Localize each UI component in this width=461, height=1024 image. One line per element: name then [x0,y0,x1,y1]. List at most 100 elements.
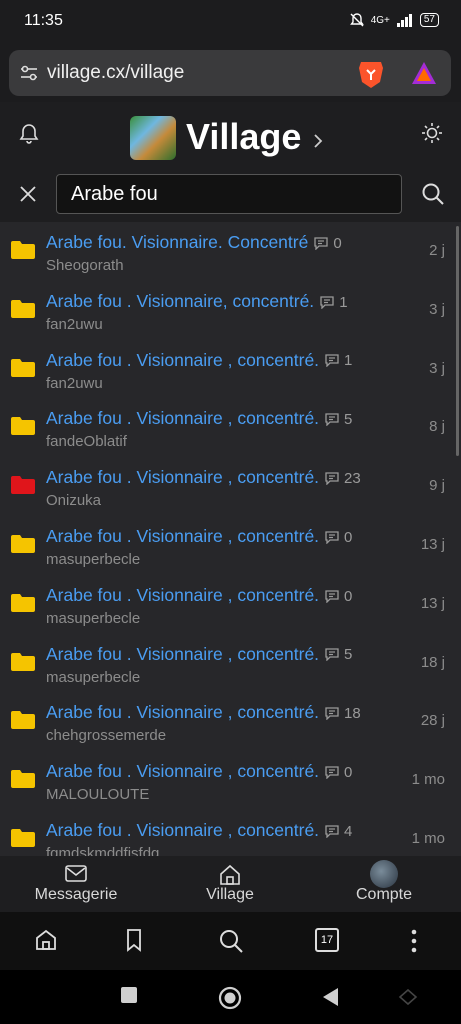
topic-author[interactable]: fqmdskmddfisfdq [46,845,159,856]
signal-icon [396,14,412,27]
topic-row[interactable]: Arabe fou . Visionnaire , concentré. 0 mas… [0,575,461,634]
comment-count-value: 4 [344,822,353,840]
browser-home-icon[interactable] [34,928,58,952]
bookmark-icon[interactable] [124,928,144,952]
topic-row[interactable]: Arabe fou . Visionnaire , concentré. 5 mas… [0,634,461,693]
folder-icon [11,535,35,553]
topic-title-link[interactable]: Arabe fou . Visionnaire , concentré. 0 [46,526,352,547]
topic-title[interactable]: Arabe fou . Visionnaire , concentré. [46,644,319,664]
topic-title-link[interactable]: Arabe fou . Visionnaire, concentré. 1 [46,291,348,312]
brave-rewards-icon[interactable] [411,60,437,86]
topic-title[interactable]: Arabe fou . Visionnaire , concentré. [46,526,319,546]
topic-age: 28 j [420,712,445,730]
rotate-icon[interactable] [398,988,418,1006]
site-settings-icon[interactable] [19,63,39,83]
back-triangle-icon[interactable] [320,986,340,1008]
url-text[interactable]: village.cx/village [47,62,184,84]
topic-title-link[interactable]: Arabe fou . Visionnaire , concentré. 5 [46,408,352,429]
site-header: Village [0,102,461,222]
topic-title[interactable]: Arabe fou. Visionnaire. Concentré [46,232,308,252]
topic-author[interactable]: fan2uwu [46,375,103,392]
recents-square-icon[interactable] [120,986,138,1004]
topic-title[interactable]: Arabe fou . Visionnaire , concentré. [46,467,319,487]
topic-row[interactable]: Arabe fou . Visionnaire , concentré. 1 fan… [0,340,461,399]
system-nav-bar [0,970,461,1024]
topic-title-link[interactable]: Arabe fou . Visionnaire , concentré. 4 [46,820,352,841]
topic-author[interactable]: masuperbecle [46,669,140,686]
topic-title-link[interactable]: Arabe fou . Visionnaire , concentré. 1 [46,350,352,371]
topic-title-link[interactable]: Arabe fou . Visionnaire , concentré. 5 [46,644,352,665]
battery-icon: 57 [419,13,439,27]
topic-author[interactable]: fan2uwu [46,316,103,333]
search-input[interactable] [56,174,402,214]
topic-title-link[interactable]: Arabe fou . Visionnaire , concentré. 23 [46,467,361,488]
more-menu-icon[interactable] [407,928,421,954]
topic-list[interactable]: Arabe fou. Visionnaire. Concentré 0 Sheogo… [0,222,461,856]
comment-icon [325,413,339,427]
topic-row[interactable]: Arabe fou. Visionnaire. Concentré 0 Sheogo… [0,222,461,281]
topic-title[interactable]: Arabe fou . Visionnaire , concentré. [46,408,319,428]
address-bar[interactable]: village.cx/village [9,50,451,96]
theme-sun-icon[interactable] [421,122,443,144]
comment-icon [325,648,339,662]
comment-count: 5 [325,411,352,428]
comment-icon [325,590,339,603]
page-title[interactable]: Village [186,116,301,158]
status-icons: 4G+ 57 [349,12,439,28]
comment-count: 0 [325,529,352,546]
comment-icon [325,825,339,838]
nav-village[interactable]: Village [195,864,265,904]
topic-author[interactable]: Sheogorath [46,257,124,274]
village-logo[interactable] [130,116,176,160]
nav-account[interactable]: Compte [346,860,422,904]
comment-count-value: 1 [344,352,353,370]
comment-count-value: 5 [344,411,353,429]
topic-row[interactable]: Arabe fou . Visionnaire , concentré. 0 mas… [0,516,461,575]
topic-title[interactable]: Arabe fou . Visionnaire , concentré. [46,350,319,370]
topic-row[interactable]: Arabe fou . Visionnaire , concentré. 23 On… [0,457,461,516]
home-circle-icon[interactable] [218,986,242,1010]
comment-icon [325,531,339,544]
topic-title[interactable]: Arabe fou . Visionnaire , concentré. [46,702,319,722]
search-icon[interactable] [421,182,445,206]
folder-icon [11,829,35,847]
brave-shields-icon[interactable] [357,58,385,90]
topic-row[interactable]: Arabe fou . Visionnaire , concentré. 4 fqm… [0,810,461,856]
folder-icon [11,652,35,671]
topic-row[interactable]: Arabe fou . Visionnaire, concentré. 1 fan2… [0,281,461,340]
topic-row[interactable]: Arabe fou . Visionnaire , concentré. 5 fan… [0,398,461,457]
nav-messages[interactable]: Messagerie [30,864,122,904]
home-icon [220,864,240,885]
topic-title[interactable]: Arabe fou . Visionnaire, concentré. [46,291,314,311]
topic-row[interactable]: Arabe fou . Visionnaire , concentré. 0 MAL… [0,751,461,810]
topic-title-link[interactable]: Arabe fou . Visionnaire , concentré. 0 [46,761,352,782]
list-scrollbar[interactable] [456,226,459,456]
folder-icon [11,476,35,495]
topic-author[interactable]: masuperbecle [46,610,140,627]
chevron-right-icon[interactable] [312,132,324,150]
topic-title-link[interactable]: Arabe fou . Visionnaire , concentré. 0 [46,585,352,606]
topic-title-link[interactable]: Arabe fou. Visionnaire. Concentré 0 [46,232,342,253]
browser-search-icon[interactable] [218,928,244,954]
folder-icon [11,711,35,730]
comment-count: 18 [325,705,361,722]
topic-author[interactable]: MALOULOUTE [46,786,149,803]
topic-author[interactable]: masuperbecle [46,551,140,568]
close-icon[interactable] [18,184,38,204]
topic-author[interactable]: chehgrossemerde [46,727,166,744]
topic-title[interactable]: Arabe fou . Visionnaire , concentré. [46,820,319,840]
topic-age: 18 j [420,653,445,671]
nav-village-label: Village [206,886,254,903]
notifications-bell-icon[interactable] [18,122,40,144]
topic-author[interactable]: Onizuka [46,492,101,509]
comment-count-value: 18 [344,705,361,723]
topic-author[interactable]: fandeOblatif [46,433,127,450]
comment-count: 5 [325,646,352,663]
topic-title-link[interactable]: Arabe fou . Visionnaire , concentré. 18 [46,702,361,723]
status-bar: 11:35 4G+ 57 [0,0,461,44]
topic-row[interactable]: Arabe fou . Visionnaire , concentré. 18 ch… [0,692,461,751]
tabs-button[interactable]: 17 [315,928,339,952]
topic-age: 13 j [420,536,445,553]
topic-title[interactable]: Arabe fou . Visionnaire , concentré. [46,761,319,781]
topic-title[interactable]: Arabe fou . Visionnaire , concentré. [46,585,319,605]
